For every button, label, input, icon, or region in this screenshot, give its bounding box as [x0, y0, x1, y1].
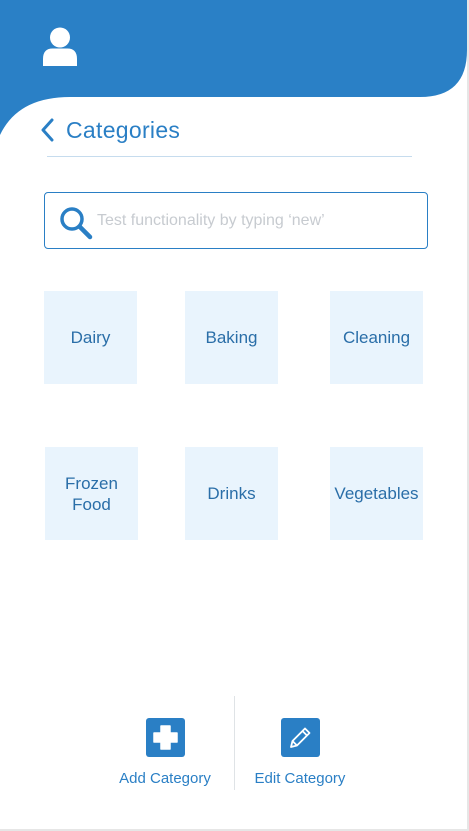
edit-category-button[interactable]: Edit Category	[245, 718, 355, 787]
category-tile-baking[interactable]: Baking	[185, 291, 278, 384]
category-label: Dairy	[70, 328, 111, 347]
page-title: Categories	[66, 116, 181, 143]
pencil-icon	[280, 718, 320, 757]
plus-icon	[145, 718, 185, 757]
category-tile-frozen-food[interactable]: Frozen Food	[45, 447, 138, 540]
category-label: Frozen Food	[65, 473, 118, 514]
category-tile-cleaning[interactable]: Cleaning	[330, 291, 423, 384]
category-label: Vegetables	[334, 484, 419, 503]
category-label: Drinks	[207, 484, 256, 503]
search-input[interactable]	[97, 203, 417, 239]
title-divider	[47, 156, 412, 157]
category-label: Baking	[205, 328, 258, 347]
search-icon	[59, 206, 93, 240]
search-box	[44, 192, 428, 249]
category-tile-drinks[interactable]: Drinks	[185, 447, 278, 540]
category-label: Cleaning	[342, 328, 411, 347]
category-tile-vegetables[interactable]: Vegetables	[330, 447, 423, 540]
title-bar: Categories	[38, 112, 180, 148]
edit-category-label: Edit Category	[254, 770, 346, 787]
action-divider	[234, 696, 235, 790]
category-tile-dairy[interactable]: Dairy	[44, 291, 137, 384]
add-category-label: Add Category	[119, 770, 211, 787]
chevron-left-icon[interactable]	[38, 112, 58, 148]
add-category-button[interactable]: Add Category	[110, 718, 220, 787]
user-icon[interactable]	[40, 26, 80, 68]
